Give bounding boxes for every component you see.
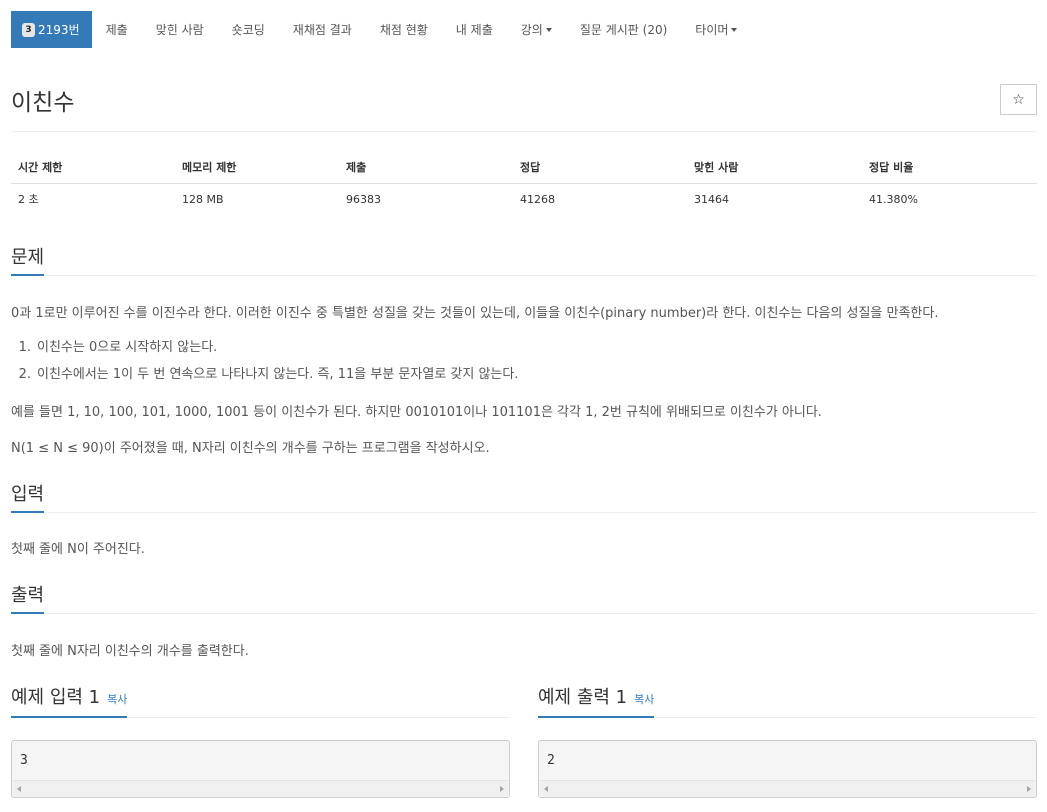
list-item: 2. 이친수에서는 1이 두 번 연속으로 나타나지 않는다. 즉, 11을 부분…	[18, 367, 519, 382]
copy-sample-input-button[interactable]: 복사	[107, 691, 127, 707]
sample-input-header: 예제 입력 1 복사	[11, 683, 510, 718]
rule-text: 이친수는 0으로 시작하지 않는다.	[37, 340, 218, 355]
stats-header-solvers: 맞힌 사람	[687, 151, 862, 184]
problem-rules-list: 1. 이친수는 0으로 시작하지 않는다. 2. 이친수에서는 1이 두 번 연속으…	[11, 338, 519, 392]
output-description: 첫째 줄에 N자리 이친수의 개수를 출력한다.	[11, 644, 249, 659]
stats-accepted: 41268	[520, 192, 555, 206]
nav-problem-id[interactable]: 3 2193번	[11, 11, 92, 48]
rule-text: 이친수에서는 1이 두 번 연속으로 나타나지 않는다. 즉, 11을 부분 문…	[37, 367, 519, 382]
problem-intro: 0과 1로만 이루어진 수를 이진수라 한다. 이러한 이진수 중 특별한 성질…	[11, 306, 939, 321]
sample-output-header: 예제 출력 1 복사	[538, 683, 1037, 718]
favorite-button[interactable]: ☆	[1000, 84, 1037, 115]
nav-solvers[interactable]: 맞힌 사람	[142, 11, 218, 48]
stats-header-row: 시간 제한 메모리 제한 제출 정답 맞힌 사람 정답 비율	[11, 151, 1037, 184]
sample-input-heading-wrap: 예제 입력 1 복사	[11, 683, 128, 718]
stats-memory-limit: 128 MB	[182, 192, 224, 206]
nav-status[interactable]: 채점 현황	[366, 11, 442, 48]
chevron-down-icon	[731, 27, 738, 32]
input-section-header: 입력	[11, 480, 1037, 513]
stats-header-ratio: 정답 비율	[862, 151, 1037, 184]
sample-input-heading: 예제 입력 1	[11, 687, 101, 708]
stats-header-submissions: 제출	[339, 151, 513, 184]
nav-timer-label: 타이머	[695, 23, 729, 37]
sample-output-scrollbar[interactable]	[540, 780, 1035, 796]
sample-input-box: 3	[11, 740, 510, 798]
output-heading: 출력	[11, 581, 45, 614]
tier-badge-icon: 3	[22, 22, 35, 37]
sample-input-scrollbar[interactable]	[13, 780, 508, 796]
nav-lectures-dropdown[interactable]: 강의	[507, 11, 566, 48]
nav-my-submissions[interactable]: 내 제출	[442, 11, 507, 48]
problem-nav: 3 2193번 제출 맞힌 사람 숏코딩 재채점 결과 채점 현황 내 제출 강…	[11, 11, 751, 48]
copy-sample-output-button[interactable]: 복사	[634, 691, 654, 707]
stats-header-time-limit: 시간 제한	[11, 151, 175, 184]
stats-time-limit: 2 초	[18, 193, 39, 207]
star-icon: ☆	[1012, 91, 1025, 108]
stats-header-accepted: 정답	[513, 151, 687, 184]
sample-output-value: 2	[547, 753, 555, 768]
sample-output-heading: 예제 출력 1	[538, 687, 628, 708]
sample-input-value: 3	[20, 753, 28, 768]
sample-output-box: 2	[538, 740, 1037, 798]
scroll-right-icon[interactable]	[500, 786, 504, 792]
nav-rejudge[interactable]: 재채점 결과	[279, 11, 366, 48]
stats-ratio: 41.380%	[869, 192, 918, 206]
scroll-left-icon[interactable]	[544, 786, 548, 792]
nav-timer-dropdown[interactable]: 타이머	[681, 11, 751, 48]
stats-header-memory-limit: 메모리 제한	[175, 151, 339, 184]
problem-heading: 문제	[11, 243, 45, 276]
stats-submissions: 96383	[346, 192, 381, 206]
problem-example: 예를 들면 1, 10, 100, 101, 1000, 1001 등이 이친수…	[11, 405, 822, 420]
scroll-right-icon[interactable]	[1027, 786, 1031, 792]
nav-short-coding[interactable]: 숏코딩	[218, 11, 279, 48]
stats-value-row: 2 초 128 MB 96383 41268 31464 41.380%	[11, 183, 1037, 215]
chevron-down-icon	[545, 27, 552, 32]
scroll-left-icon[interactable]	[17, 786, 21, 792]
output-section-header: 출력	[11, 581, 1037, 614]
sample-output-heading-wrap: 예제 출력 1 복사	[538, 683, 655, 718]
title-divider	[11, 131, 1037, 132]
problem-id-label: 2193번	[38, 23, 80, 37]
nav-board[interactable]: 질문 게시판 (20)	[566, 11, 681, 48]
problem-section-header: 문제	[11, 243, 1037, 276]
nav-lectures-label: 강의	[520, 23, 543, 37]
input-description: 첫째 줄에 N이 주어진다.	[11, 542, 145, 557]
list-item: 1. 이친수는 0으로 시작하지 않는다.	[18, 340, 218, 355]
page-title: 이친수	[11, 90, 75, 116]
nav-submit[interactable]: 제출	[92, 11, 142, 48]
problem-task: N(1 ≤ N ≤ 90)이 주어졌을 때, N자리 이친수의 개수를 구하는 …	[11, 441, 490, 456]
input-heading: 입력	[11, 480, 45, 513]
problem-stats-table: 시간 제한 메모리 제한 제출 정답 맞힌 사람 정답 비율 2 초 128 M…	[11, 151, 1037, 215]
stats-solvers: 31464	[694, 192, 729, 206]
